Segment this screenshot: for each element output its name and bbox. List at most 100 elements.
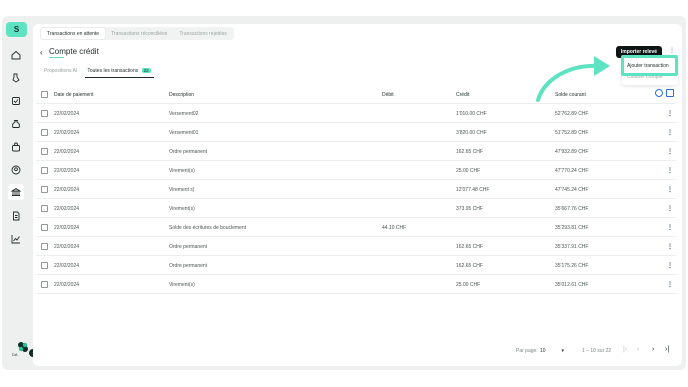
cell-date: 22/02/2024	[54, 186, 80, 193]
row-checkbox[interactable]	[41, 262, 48, 269]
cell-balance: 35'175.26 CHF	[555, 262, 589, 269]
cell-balance: 35'012.61 CHF	[555, 281, 589, 288]
cell-description: Virement(s)	[169, 167, 195, 174]
table-row[interactable]: 22/02/2024 Virement(s) 25.00 CHF 47'770.24 …	[36, 161, 676, 180]
home-icon[interactable]	[10, 49, 22, 61]
row-checkbox[interactable]	[41, 243, 48, 250]
row-more-icon[interactable]: ⋮	[667, 161, 673, 180]
cell-debit: 44.10 CHF	[382, 224, 407, 231]
chevron-down-icon: ▾	[561, 347, 564, 354]
company-logo[interactable]	[16, 340, 30, 354]
cell-balance: 35'293.81 CHF	[555, 224, 589, 231]
row-more-icon[interactable]: ⋮	[667, 237, 673, 256]
cell-credit: 1'010.00 CHF	[456, 110, 487, 117]
title-accent	[49, 57, 64, 58]
money-bag-icon[interactable]	[10, 118, 22, 130]
tab-pending[interactable]: Transactions en attente	[41, 28, 106, 39]
table-row[interactable]: 22/02/2024 Versement01 3'820.00 CHF 51'752.…	[36, 123, 676, 142]
bag-icon[interactable]	[10, 141, 22, 153]
cell-credit: 162.65 CHF	[456, 262, 483, 269]
row-checkbox[interactable]	[41, 205, 48, 212]
cell-description: Solde des écritures de bouclement	[169, 224, 246, 231]
row-more-icon[interactable]: ⋮	[667, 256, 673, 275]
row-checkbox[interactable]	[41, 224, 48, 231]
row-checkbox[interactable]	[41, 148, 48, 155]
table-row[interactable]: 22/02/2024 Virement(s) 373.95 CHF 35'667.76…	[36, 199, 676, 218]
document-icon[interactable]	[10, 210, 22, 222]
row-checkbox[interactable]	[41, 186, 48, 193]
select-all-checkbox[interactable]	[41, 91, 48, 98]
settings-icon[interactable]	[655, 89, 663, 97]
row-more-icon[interactable]: ⋮	[667, 218, 673, 237]
table-row[interactable]: 22/02/2024 Ordre permanent 162.65 CHF 35'17…	[36, 256, 676, 275]
page-title: Compte crédit	[49, 47, 99, 56]
cell-date: 22/02/2024	[54, 110, 80, 117]
more-icon[interactable]: ⋮	[669, 47, 675, 54]
row-more-icon[interactable]: ⋮	[667, 199, 673, 218]
row-more-icon[interactable]: ⋮	[667, 123, 673, 142]
cell-credit: 12'077.48 CHF	[456, 186, 490, 193]
cell-description: Virement s)	[169, 186, 195, 193]
user-initials: DA	[12, 352, 18, 357]
row-more-icon[interactable]: ⋮	[667, 275, 673, 294]
tab-rejected[interactable]: Transactions rejetées	[173, 28, 233, 39]
cell-balance: 47'932.89 CHF	[555, 148, 589, 155]
table-row[interactable]: 22/02/2024 Ordre permanent 162.65 CHF 35'33…	[36, 237, 676, 256]
table-row[interactable]: 22/02/2024 Virement s) 12'077.48 CHF 47'745…	[36, 180, 676, 199]
checklist-icon[interactable]	[10, 95, 22, 107]
prev-page-button[interactable]: ‹	[637, 346, 639, 353]
cell-credit: 162.65 CHF	[456, 148, 483, 155]
status-tabs: Transactions en attente Transactions réc…	[40, 27, 234, 40]
cell-credit: 3'820.00 CHF	[456, 129, 487, 136]
tab-ai-proposals[interactable]: Propositions AI	[44, 68, 77, 77]
cell-date: 22/02/2024	[54, 167, 80, 174]
per-page-value: 10	[540, 347, 546, 354]
tab-all-label: Toutes les transactions	[87, 68, 139, 74]
row-more-icon[interactable]: ⋮	[667, 142, 673, 161]
table-row[interactable]: 22/02/2024 Ordre permanent 162.65 CHF 47'93…	[36, 142, 676, 161]
per-page-label: Par page:	[516, 348, 538, 354]
last-page-button[interactable]: ›|	[665, 346, 669, 353]
row-checkbox[interactable]	[41, 281, 48, 288]
cell-credit: 373.95 CHF	[456, 205, 483, 212]
cell-date: 22/02/2024	[54, 262, 80, 269]
cell-balance: 51'752.89 CHF	[555, 129, 589, 136]
cell-date: 22/02/2024	[54, 243, 80, 250]
bank-icon[interactable]	[8, 184, 24, 200]
per-page-select[interactable]: 10 ▾	[537, 345, 567, 356]
table-row[interactable]: 22/02/2024 Virement(s) 25.00 CHF 35'012.61 …	[36, 275, 676, 294]
first-page-button[interactable]: |‹	[623, 346, 627, 353]
annotation-arrow-icon	[536, 56, 610, 102]
cell-description: Versement01	[169, 129, 199, 136]
tab-all-transactions[interactable]: Toutes les transactions 22	[85, 68, 154, 78]
next-page-button[interactable]: ›	[652, 346, 654, 353]
cell-credit: 25.00 CHF	[456, 167, 481, 174]
tasks-icon[interactable]	[10, 72, 22, 84]
row-checkbox[interactable]	[41, 110, 48, 117]
chart-icon[interactable]	[10, 233, 22, 245]
app-logo[interactable]: S	[6, 22, 27, 37]
col-description[interactable]: Description	[169, 85, 194, 104]
row-checkbox[interactable]	[41, 129, 48, 136]
col-date[interactable]: Date de paiement	[54, 85, 93, 104]
view-tabs: Propositions AI Toutes les transactions …	[44, 68, 154, 78]
user-circle-icon[interactable]	[10, 164, 22, 176]
cell-balance: 35'667.76 CHF	[555, 205, 589, 212]
col-debit[interactable]: Débit	[382, 85, 394, 104]
cell-description: Ordre permanent	[169, 262, 208, 269]
cell-date: 22/02/2024	[54, 148, 80, 155]
table-row[interactable]: 22/02/2024 Solde des écritures de bouclem…	[36, 218, 676, 237]
tab-reconciled[interactable]: Transactions réconciliées	[105, 28, 173, 39]
cell-balance: 47'770.24 CHF	[555, 167, 589, 174]
filter-icon[interactable]	[666, 89, 674, 97]
cell-date: 22/02/2024	[54, 224, 80, 231]
row-more-icon[interactable]: ⋮	[667, 104, 673, 123]
row-checkbox[interactable]	[41, 167, 48, 174]
cell-date: 22/02/2024	[54, 129, 80, 136]
back-icon[interactable]: ‹	[40, 48, 43, 57]
cell-date: 22/02/2024	[54, 281, 80, 288]
cell-description: Ordre permanent	[169, 243, 208, 250]
row-more-icon[interactable]: ⋮	[667, 180, 673, 199]
col-credit[interactable]: Crédit	[456, 85, 469, 104]
table-tools	[655, 89, 674, 97]
